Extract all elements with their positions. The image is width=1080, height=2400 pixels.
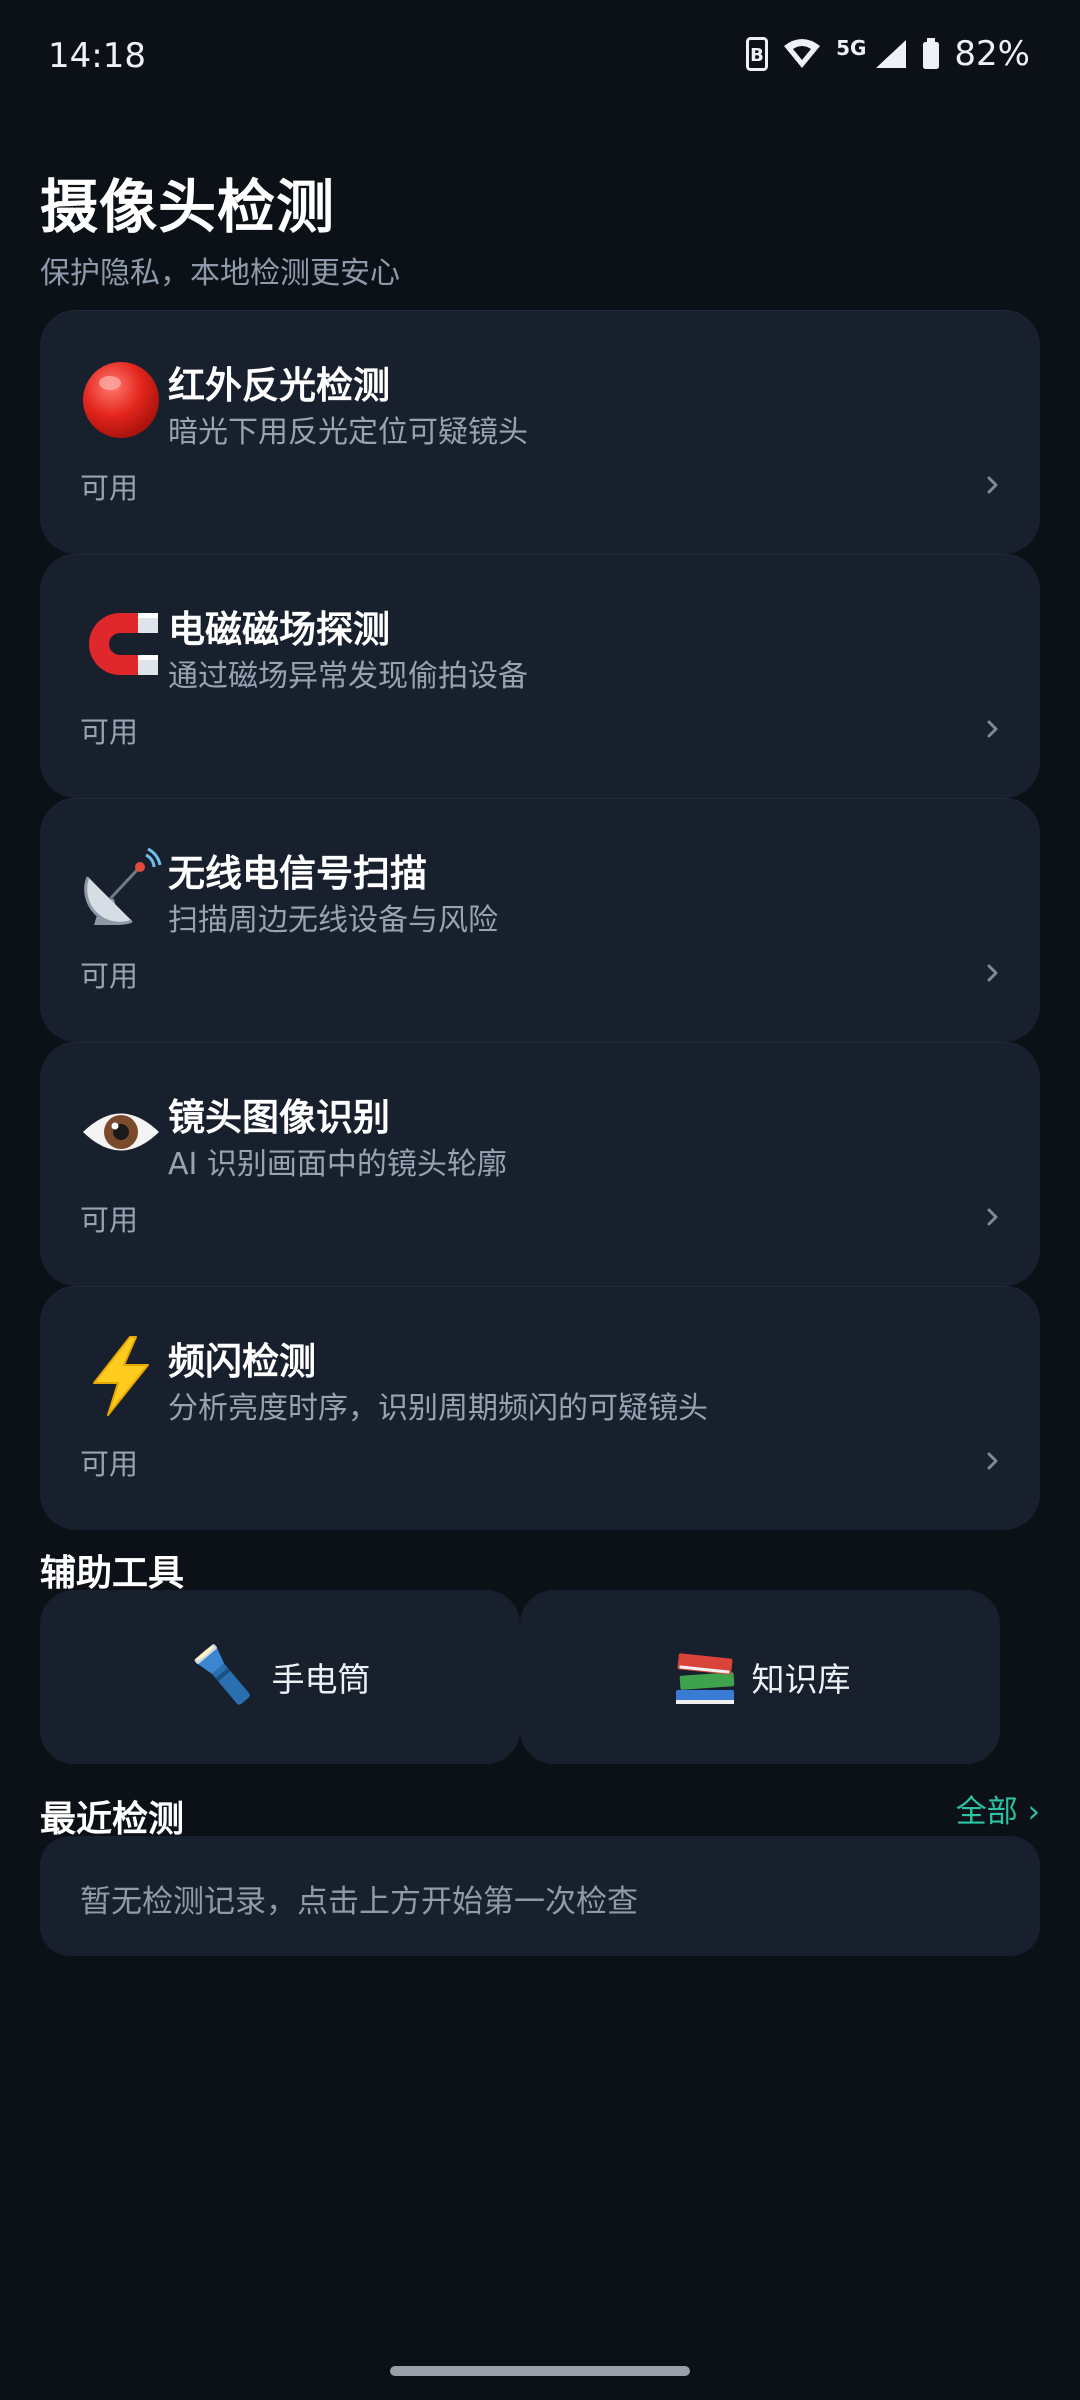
chevron-right-icon	[984, 715, 1002, 743]
feature-card-lens[interactable]: 镜头图像识别 AI 识别画面中的镜头轮廓 可用	[40, 1042, 1040, 1286]
feature-desc: AI 识别画面中的镜头轮廓	[168, 1147, 507, 1182]
books-icon	[670, 1642, 740, 1712]
feature-card-infrared[interactable]: 红外反光检测 暗光下用反光定位可疑镜头 可用	[40, 310, 1040, 554]
red-circle-icon	[80, 359, 162, 441]
lightning-icon	[80, 1335, 162, 1417]
feature-title: 红外反光检测	[168, 364, 390, 407]
flashlight-icon	[190, 1642, 260, 1712]
home-indicator[interactable]	[390, 2366, 690, 2376]
chevron-right-icon	[984, 1203, 1002, 1231]
page-subtitle: 保护隐私，本地检测更安心	[40, 256, 400, 291]
feature-status: 可用	[80, 959, 139, 993]
see-all-link[interactable]: 全部 ›	[956, 1786, 1040, 1831]
empty-state-text: 暂无检测记录，点击上方开始第一次检查	[80, 1884, 638, 1920]
recent-section-title: 最近检测	[40, 1799, 185, 1840]
feature-status: 可用	[80, 1447, 139, 1481]
satellite-dish-icon	[80, 847, 162, 929]
feature-card-flicker[interactable]: 频闪检测 分析亮度时序，识别周期频闪的可疑镜头 可用	[40, 1286, 1040, 1530]
battery-icon	[922, 38, 940, 70]
network-type: 5G	[836, 36, 867, 60]
feature-desc: 分析亮度时序，识别周期频闪的可疑镜头	[168, 1391, 708, 1426]
battery-level: 82%	[954, 34, 1030, 74]
svg-text:B: B	[750, 45, 764, 66]
flashlight-button[interactable]: 手电筒	[40, 1590, 520, 1764]
tool-label: 手电筒	[271, 1660, 371, 1699]
status-icons: B 5G 82%	[746, 34, 1030, 74]
feature-desc: 暗光下用反光定位可疑镜头	[168, 415, 528, 450]
tool-label: 知识库	[751, 1660, 851, 1699]
feature-desc: 扫描周边无线设备与风险	[168, 903, 498, 938]
eye-icon	[80, 1091, 162, 1173]
feature-status: 可用	[80, 471, 139, 505]
feature-title: 镜头图像识别	[168, 1096, 390, 1139]
feature-status: 可用	[80, 1203, 139, 1237]
knowledge-base-button[interactable]: 知识库	[520, 1590, 1000, 1764]
feature-desc: 通过磁场异常发现偷拍设备	[168, 659, 528, 694]
status-time: 14:18	[48, 36, 146, 76]
feature-status: 可用	[80, 715, 139, 749]
chevron-right-icon	[984, 1447, 1002, 1475]
magnet-icon	[80, 603, 162, 685]
chevron-right-icon	[984, 959, 1002, 987]
chevron-right-icon	[984, 471, 1002, 499]
tools-section-title: 辅助工具	[40, 1553, 185, 1594]
feature-title: 无线电信号扫描	[168, 852, 427, 895]
wifi-icon	[782, 38, 822, 70]
status-bar: 14:18 B 5G 82%	[0, 0, 1080, 112]
recent-empty-card: 暂无检测记录，点击上方开始第一次检查	[40, 1836, 1040, 1956]
page-title: 摄像头检测	[40, 173, 336, 241]
nfc-icon: B	[746, 37, 769, 71]
feature-card-radio[interactable]: 无线电信号扫描 扫描周边无线设备与风险 可用	[40, 798, 1040, 1042]
feature-title: 频闪检测	[168, 1340, 316, 1383]
feature-list: 红外反光检测 暗光下用反光定位可疑镜头 可用 电磁磁场探测 通过磁场异常发现偷拍…	[40, 310, 1040, 1530]
feature-title: 电磁磁场探测	[168, 608, 390, 651]
signal-icon	[874, 38, 908, 70]
feature-card-magnetic[interactable]: 电磁磁场探测 通过磁场异常发现偷拍设备 可用	[40, 554, 1040, 798]
